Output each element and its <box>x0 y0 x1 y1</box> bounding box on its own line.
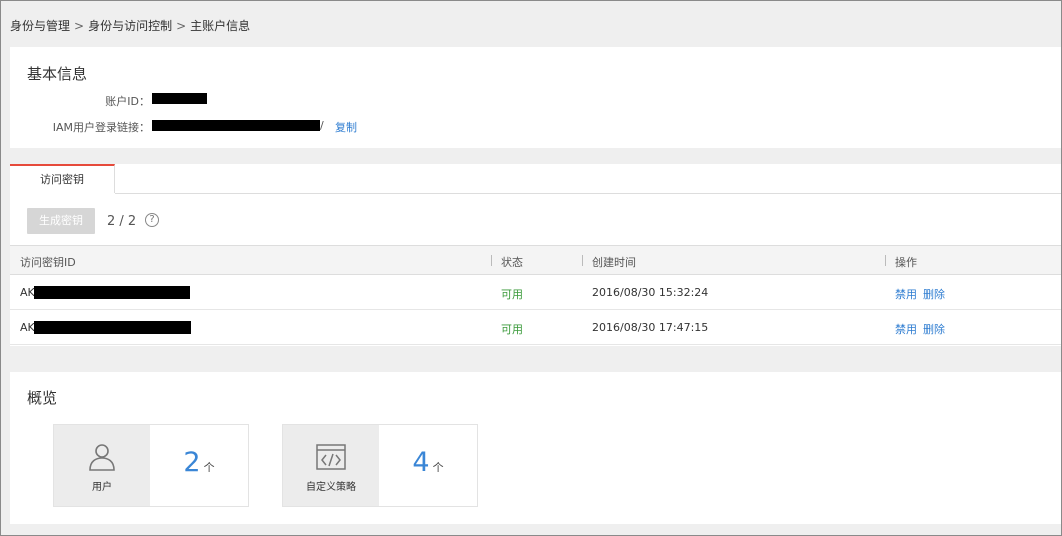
breadcrumb-item-iam[interactable]: 身份与访问控制 <box>88 19 172 33</box>
key-count: 2 / 2 <box>107 214 137 229</box>
generate-key-button[interactable]: 生成密钥 <box>27 208 95 234</box>
basic-info-panel: 基本信息 账户ID： IAM用户登录链接： / 复制 <box>10 47 1061 148</box>
iam-link-suffix: / <box>320 119 324 132</box>
breadcrumb: 身份与管理 > 身份与访问控制 > 主账户信息 <box>10 17 250 34</box>
tab-bar: 访问密钥 <box>10 164 1061 195</box>
key-id-redacted <box>34 321 191 334</box>
breadcrumb-item-identity[interactable]: 身份与管理 <box>10 19 70 33</box>
overview-title: 概览 <box>27 389 58 407</box>
disable-key-button[interactable]: 禁用 <box>895 288 917 301</box>
table-header: 访问密钥ID 状态 创建时间 操作 <box>10 245 1061 275</box>
users-card-count: 2个 <box>150 447 248 478</box>
breadcrumb-separator: > <box>74 19 85 33</box>
key-status: 可用 <box>501 288 523 301</box>
policies-card[interactable]: 自定义策略 4个 <box>282 424 478 507</box>
user-icon <box>89 444 115 471</box>
table-row: AK 可用 2016/08/30 17:47:15 禁用 删除 <box>10 310 1061 345</box>
code-policy-icon <box>316 444 346 470</box>
iam-link-label: IAM用户登录链接： <box>52 121 150 134</box>
iam-link-redacted <box>152 120 320 131</box>
users-card-icon-area: 用户 <box>54 425 150 506</box>
tab-access-keys[interactable]: 访问密钥 <box>10 164 115 194</box>
column-actions: 操作 <box>895 256 917 269</box>
users-card-label: 用户 <box>92 482 112 493</box>
copy-link[interactable]: 复制 <box>335 119 357 135</box>
account-id-redacted <box>152 93 207 104</box>
account-id-row: 账户ID： <box>10 93 410 108</box>
key-actions: 禁用 删除 <box>895 286 951 302</box>
column-status: 状态 <box>501 256 523 269</box>
overview-panel: 概览 用户 2个 自定义策略 4个 <box>10 372 1061 524</box>
breadcrumb-item-current: 主账户信息 <box>190 19 251 33</box>
key-created-time: 2016/08/30 15:32:24 <box>592 286 709 299</box>
column-divider <box>491 255 492 266</box>
users-card[interactable]: 用户 2个 <box>53 424 249 507</box>
column-divider <box>582 255 583 266</box>
delete-key-button[interactable]: 删除 <box>923 288 945 301</box>
help-icon[interactable]: ? <box>145 213 159 227</box>
tab-active-cover <box>10 193 115 195</box>
iam-link-row: IAM用户登录链接： / 复制 <box>10 119 410 135</box>
basic-info-title: 基本信息 <box>27 65 88 83</box>
key-actions: 禁用 删除 <box>895 321 951 337</box>
key-created-time: 2016/08/30 17:47:15 <box>592 321 709 334</box>
policies-count-unit: 个 <box>432 461 444 474</box>
policies-count-value: 4 <box>412 447 430 478</box>
breadcrumb-separator: > <box>176 19 187 33</box>
account-id-label: 账户ID： <box>105 95 150 108</box>
users-count-unit: 个 <box>203 461 215 474</box>
key-status: 可用 <box>501 323 523 336</box>
policies-card-icon-area: 自定义策略 <box>283 425 379 506</box>
access-keys-panel: 访问密钥 生成密钥 2 / 2 ? 访问密钥ID 状态 创建时间 操作 AK 可… <box>10 164 1061 346</box>
key-id-redacted <box>34 286 190 299</box>
users-count-value: 2 <box>183 447 201 478</box>
column-key-id: 访问密钥ID <box>20 256 76 269</box>
delete-key-button[interactable]: 删除 <box>923 323 945 336</box>
policies-card-count: 4个 <box>379 447 477 478</box>
key-id-prefix: AK <box>20 321 35 334</box>
policies-card-label: 自定义策略 <box>306 482 356 493</box>
disable-key-button[interactable]: 禁用 <box>895 323 917 336</box>
column-divider <box>885 255 886 266</box>
key-id-prefix: AK <box>20 286 35 299</box>
column-created: 创建时间 <box>592 256 636 269</box>
table-row: AK 可用 2016/08/30 15:32:24 禁用 删除 <box>10 275 1061 310</box>
